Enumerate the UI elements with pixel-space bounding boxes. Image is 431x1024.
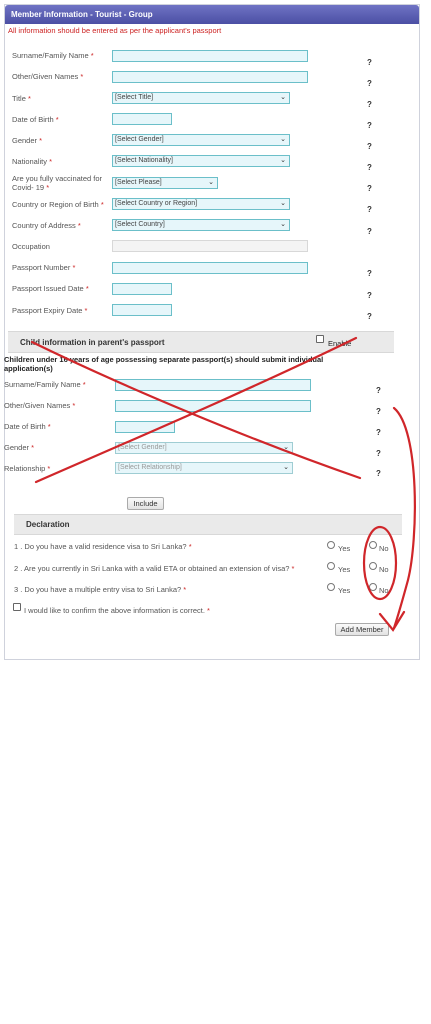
address-country-help-icon[interactable]: ? [367,227,372,236]
question-1-yes-label: Yes [338,544,351,553]
child-surname-label: Surname/Family Name * [4,380,86,389]
chevron-down-icon: ⌄ [283,464,289,471]
child-dob-help-icon[interactable]: ? [376,428,381,437]
vaccinated-label: Are you fully vaccinated for Covid- 19 * [12,174,103,192]
surname-help-icon[interactable]: ? [367,58,372,67]
address-country-label: Country of Address * [12,221,81,230]
chevron-down-icon: ⌄ [280,136,286,143]
title-label: Title * [12,94,31,103]
child-section-title: Child information in parent's passport [20,338,165,347]
child-gender-select[interactable]: [Select Gender] ⌄ [115,442,293,454]
child-gender-help-icon[interactable]: ? [376,449,381,458]
question-3-text: 3 . Do you have a multiple entry visa to… [14,585,187,594]
birth-country-select[interactable]: [Select Country or Region] ⌄ [112,198,290,210]
address-country-select[interactable]: [Select Country] ⌄ [112,219,290,231]
chevron-down-icon: ⌄ [208,179,214,186]
given-names-input[interactable] [112,71,308,83]
passport-issued-help-icon[interactable]: ? [367,291,372,300]
child-relationship-label: Relationship * [4,464,51,473]
declaration-bar [14,514,402,535]
child-dob-label: Date of Birth * [4,422,51,431]
child-relationship-help-icon[interactable]: ? [376,469,381,478]
question-2-no-radio[interactable] [369,562,377,570]
child-surname-help-icon[interactable]: ? [376,386,381,395]
passport-notice: All information should be entered as per… [8,26,222,35]
gender-label: Gender * [12,136,43,145]
nationality-label: Nationality * [12,157,53,166]
chevron-down-icon: ⌄ [280,157,286,164]
given-names-label: Other/Given Names * [12,72,84,81]
dob-input[interactable] [112,113,172,125]
surname-label: Surname/Family Name * [12,51,94,60]
child-given-names-help-icon[interactable]: ? [376,407,381,416]
confirm-label: I would like to confirm the above inform… [24,606,210,615]
child-note-line1: Children under 16 years of age possessin… [4,355,324,364]
passport-issued-input[interactable] [112,283,172,295]
nationality-select[interactable]: [Select Nationality] ⌄ [112,155,290,167]
gender-help-icon[interactable]: ? [367,142,372,151]
question-2-yes-radio[interactable] [327,562,335,570]
question-1-yes-radio[interactable] [327,541,335,549]
occupation-label: Occupation [12,242,50,251]
passport-expiry-input[interactable] [112,304,172,316]
child-note-line2: application(s) [4,364,53,373]
given-names-help-icon[interactable]: ? [367,79,372,88]
dob-label: Date of Birth * [12,115,59,124]
child-surname-input[interactable] [115,379,311,391]
passport-number-help-icon[interactable]: ? [367,269,372,278]
question-3-yes-label: Yes [338,586,351,595]
chevron-down-icon: ⌄ [280,221,286,228]
passport-expiry-label: Passport Expiry Date * [12,306,88,315]
dob-help-icon[interactable]: ? [367,121,372,130]
passport-issued-label: Passport Issued Date * [12,284,89,293]
question-1-no-radio[interactable] [369,541,377,549]
question-3-no-radio[interactable] [369,583,377,591]
panel-header: Member Information - Tourist - Group [5,5,419,24]
vaccinated-help-icon[interactable]: ? [367,184,372,193]
child-given-names-input[interactable] [115,400,311,412]
surname-input[interactable] [112,50,308,62]
child-gender-label: Gender * [4,443,35,452]
birth-country-label: Country or Region of Birth * [12,200,104,209]
chevron-down-icon: ⌄ [283,444,289,451]
question-3-yes-radio[interactable] [327,583,335,591]
child-enable-checkbox[interactable] [316,335,324,343]
vaccinated-select[interactable]: [Select Please] ⌄ [112,177,218,189]
title-select[interactable]: [Select Title] ⌄ [112,92,290,104]
question-3-no-label: No [379,586,389,595]
chevron-down-icon: ⌄ [280,200,286,207]
child-dob-input[interactable] [115,421,175,433]
confirm-checkbox[interactable] [13,603,21,611]
question-2-yes-label: Yes [338,565,351,574]
child-relationship-select[interactable]: [Select Relationship] ⌄ [115,462,293,474]
child-enable-label: Enable [328,339,352,348]
question-2-text: 2 . Are you currently in Sri Lanka with … [14,564,295,573]
nationality-help-icon[interactable]: ? [367,163,372,172]
passport-expiry-help-icon[interactable]: ? [367,312,372,321]
declaration-title: Declaration [26,520,70,529]
question-1-text: 1 . Do you have a valid residence visa t… [14,542,192,551]
add-member-button[interactable]: Add Member [335,623,389,636]
title-help-icon[interactable]: ? [367,100,372,109]
passport-number-label: Passport Number * [12,263,76,272]
question-1-no-label: No [379,544,389,553]
chevron-down-icon: ⌄ [280,94,286,101]
birth-country-help-icon[interactable]: ? [367,205,372,214]
occupation-input[interactable] [112,240,308,252]
child-given-names-label: Other/Given Names * [4,401,76,410]
passport-number-input[interactable] [112,262,308,274]
question-2-no-label: No [379,565,389,574]
gender-select[interactable]: [Select Gender] ⌄ [112,134,290,146]
include-button[interactable]: Include [127,497,164,510]
